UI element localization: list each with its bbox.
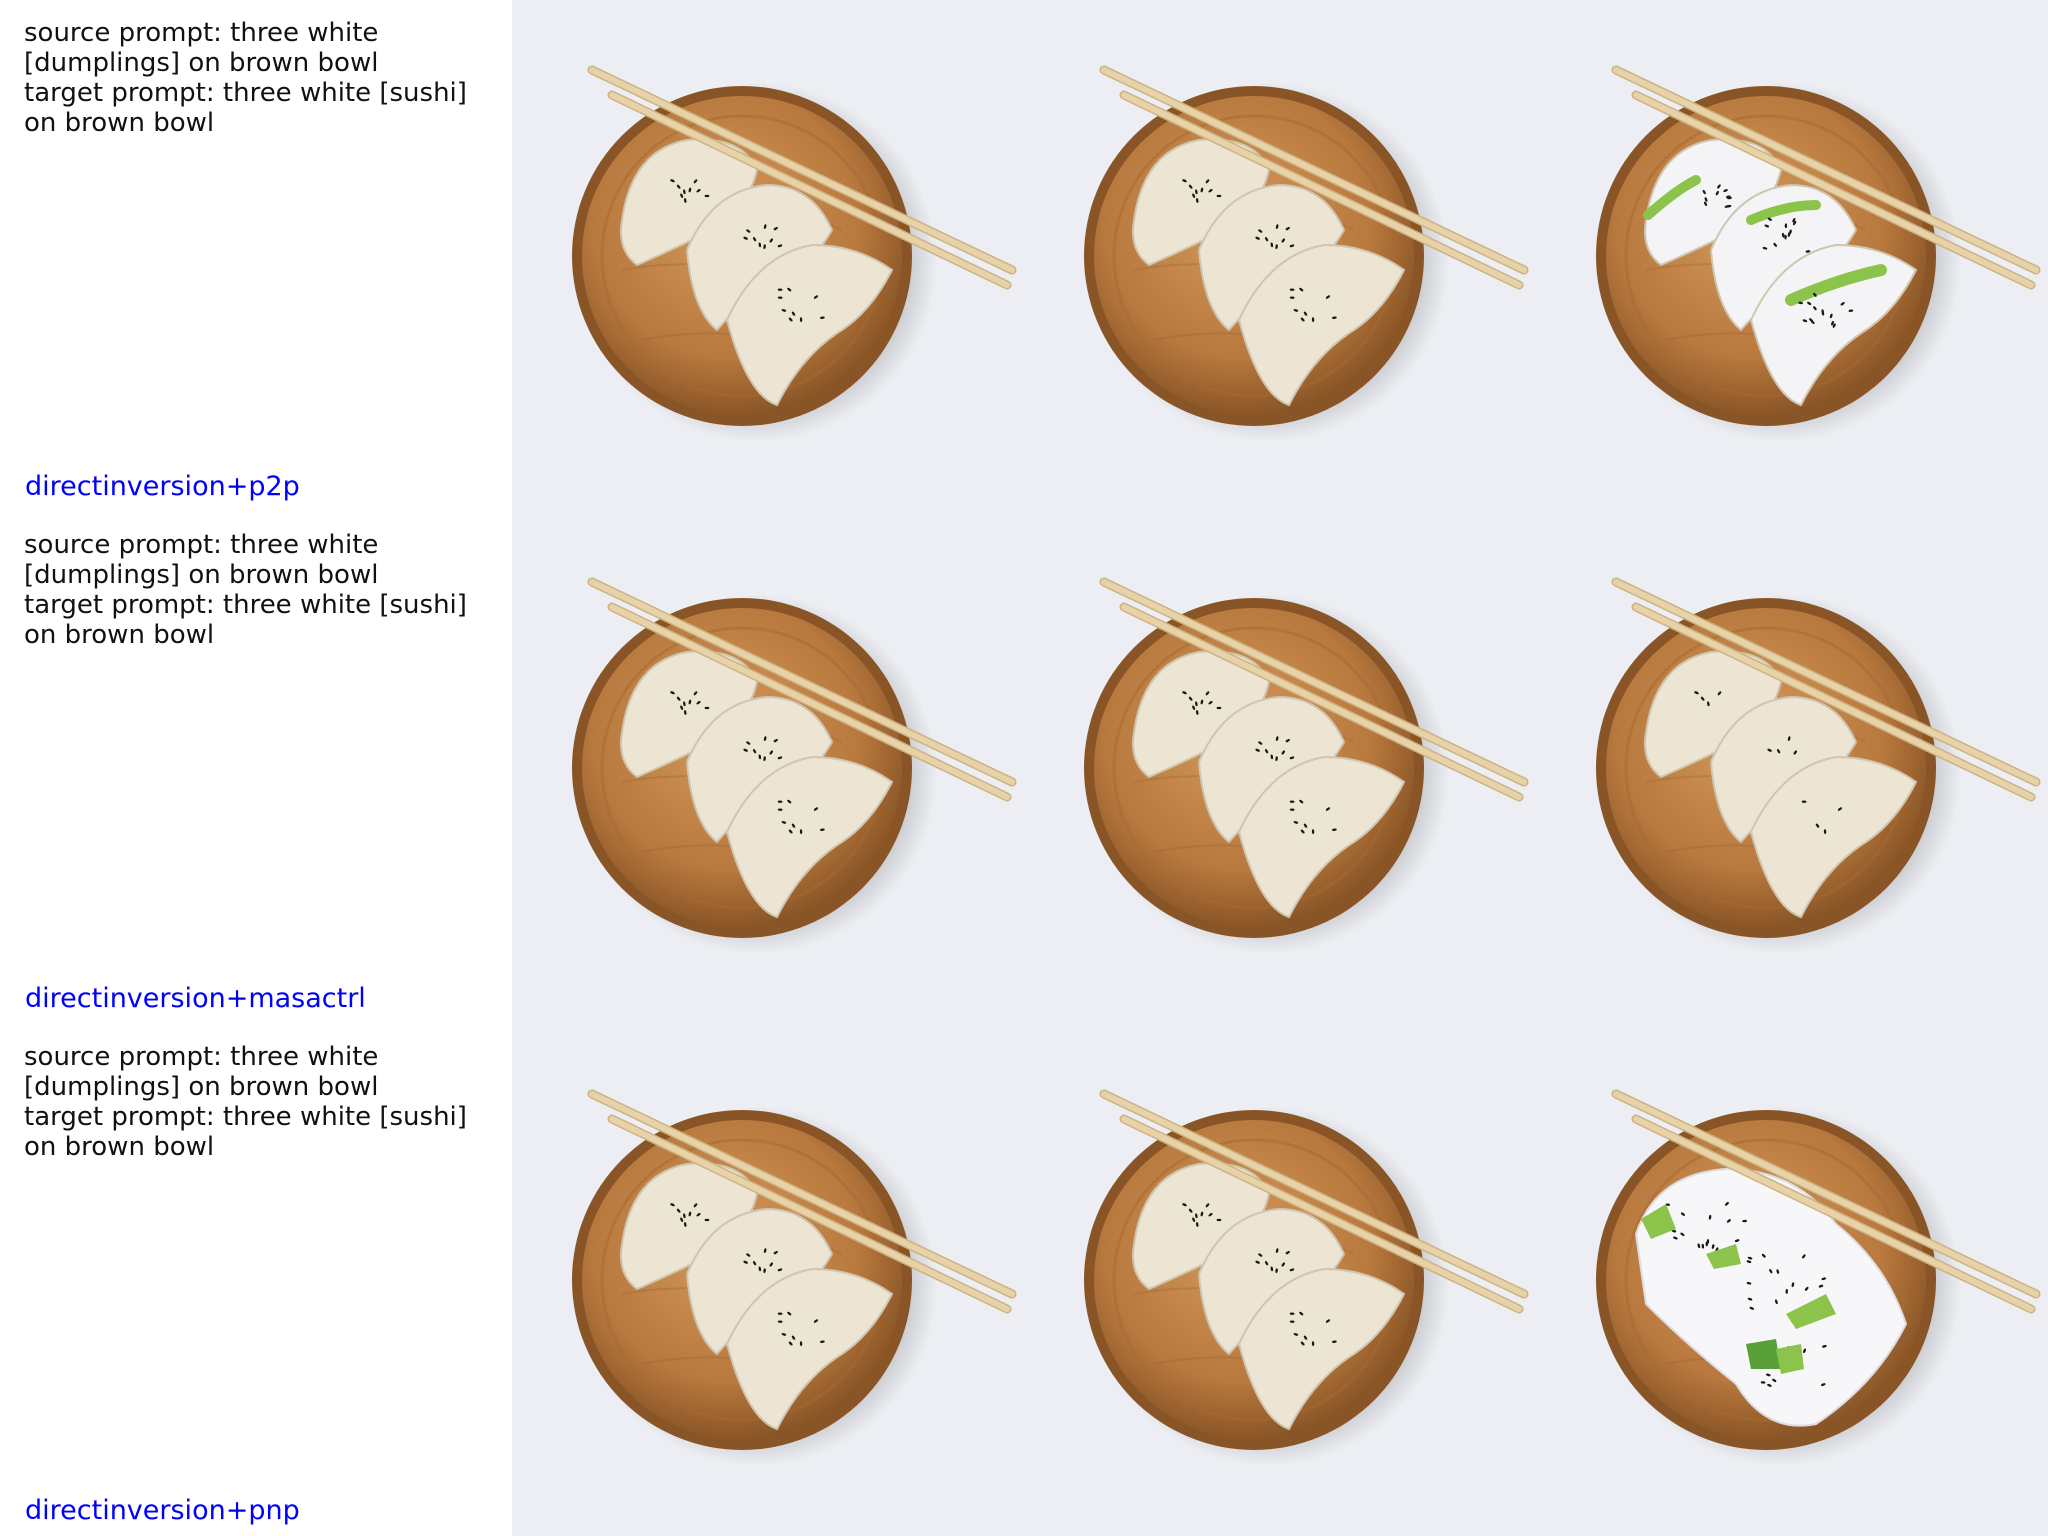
image-cell — [1024, 1024, 1536, 1536]
food-photo — [512, 0, 1024, 512]
prompt-text: source prompt: three white [dumplings] o… — [24, 530, 494, 650]
target-prompt: target prompt: three white [sushi] on br… — [24, 78, 467, 138]
source-prompt: source prompt: three white [dumplings] o… — [24, 1042, 379, 1102]
row-label-cell: source prompt: three white [dumplings] o… — [0, 0, 512, 512]
food-photo — [1024, 1024, 1536, 1536]
source-prompt: source prompt: three white [dumplings] o… — [24, 18, 379, 78]
image-cell — [1536, 1024, 2048, 1536]
target-prompt: target prompt: three white [sushi] on br… — [24, 590, 467, 650]
image-cell — [512, 0, 1024, 512]
prompt-text: source prompt: three white [dumplings] o… — [24, 1042, 494, 1162]
image-cell — [512, 512, 1024, 1024]
image-cell — [512, 1024, 1024, 1536]
food-photo — [1536, 1024, 2048, 1536]
comparison-grid: source prompt: three white [dumplings] o… — [0, 0, 2048, 1536]
method-label: directinversion+pnp — [25, 1495, 300, 1526]
food-photo — [512, 512, 1024, 1024]
prompt-text: source prompt: three white [dumplings] o… — [24, 18, 494, 138]
food-photo — [1536, 512, 2048, 1024]
image-cell — [1024, 0, 1536, 512]
method-label: directinversion+masactrl — [25, 983, 366, 1014]
image-cell — [1536, 0, 2048, 512]
image-cell — [1024, 512, 1536, 1024]
method-label: directinversion+p2p — [25, 471, 300, 502]
source-prompt: source prompt: three white [dumplings] o… — [24, 530, 379, 590]
food-photo — [512, 1024, 1024, 1536]
row-label-cell: source prompt: three white [dumplings] o… — [0, 1024, 512, 1536]
row-label-cell: source prompt: three white [dumplings] o… — [0, 512, 512, 1024]
food-photo — [1024, 512, 1536, 1024]
food-photo — [1536, 0, 2048, 512]
image-cell — [1536, 512, 2048, 1024]
food-photo — [1024, 0, 1536, 512]
target-prompt: target prompt: three white [sushi] on br… — [24, 1102, 467, 1162]
